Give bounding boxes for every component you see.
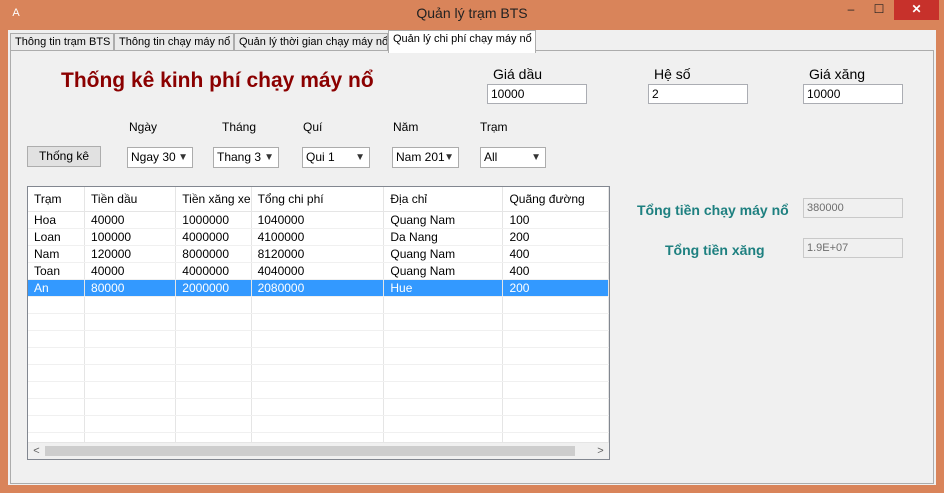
oil-price-input[interactable]: [487, 84, 587, 104]
table-cell[interactable]: 4100000: [251, 228, 385, 246]
table-cell[interactable]: 200: [502, 279, 609, 297]
column-header-dia-chi[interactable]: Địa chỉ: [383, 187, 504, 212]
table-cell[interactable]: 4000000: [175, 228, 252, 246]
table-cell[interactable]: 2000000: [175, 279, 252, 297]
empty-row: [28, 381, 609, 399]
tab-quan-ly-chi-phi[interactable]: Quản lý chi phí chạy máy nổ: [388, 30, 536, 53]
table-cell[interactable]: Da Nang: [383, 228, 504, 246]
title-bar: A Quản lý trạm BTS – ☐ ✕: [0, 0, 944, 30]
month-select[interactable]: Thang 3 ▼: [213, 147, 279, 168]
grid-header-row: Trạm Tiền dầu Tiền xăng xe Tổng chi phí …: [28, 187, 609, 212]
table-cell[interactable]: Hue: [383, 279, 504, 297]
total-generator-cost-label: Tổng tiền chạy máy nổ: [637, 202, 789, 218]
table-cell[interactable]: Quang Nam: [383, 211, 504, 229]
chevron-down-icon: ▼: [444, 152, 454, 163]
table-cell[interactable]: 200: [502, 228, 609, 246]
tab-page-chi-phi: Thống kê kinh phí chạy máy nổ Giá dầu Hệ…: [10, 50, 934, 484]
column-header-tram[interactable]: Trạm: [28, 187, 86, 212]
year-select[interactable]: Nam 201 ▼: [392, 147, 459, 168]
empty-row: [28, 347, 609, 365]
column-header-tien-xang-xe[interactable]: Tiền xăng xe: [175, 187, 252, 212]
month-label: Tháng: [222, 120, 257, 134]
maximize-button[interactable]: ☐: [866, 0, 892, 20]
column-header-tien-dau[interactable]: Tiền dầu: [84, 187, 177, 212]
oil-price-label: Giá dầu: [493, 66, 543, 82]
table-cell[interactable]: Loan: [28, 228, 86, 246]
table-row[interactable]: Nam 120000 8000000 8120000 Quang Nam 400: [28, 245, 609, 263]
column-header-quang-duong[interactable]: Quãng đường: [502, 187, 609, 212]
table-cell[interactable]: An: [28, 279, 86, 297]
chevron-down-icon: ▼: [355, 152, 365, 163]
table-cell[interactable]: Quang Nam: [383, 245, 504, 263]
empty-row: [28, 398, 609, 416]
year-label: Năm: [393, 120, 419, 134]
table-cell[interactable]: Nam: [28, 245, 86, 263]
empty-row: [28, 296, 609, 314]
column-header-tong-chi-phi[interactable]: Tổng chi phí: [251, 187, 385, 212]
chevron-down-icon: ▼: [178, 152, 188, 163]
empty-row: [28, 415, 609, 433]
table-cell[interactable]: 4000000: [175, 262, 252, 280]
table-cell[interactable]: 8120000: [251, 245, 385, 263]
quarter-label: Quí: [303, 120, 323, 134]
table-cell[interactable]: 100000: [84, 228, 177, 246]
scrollbar-thumb[interactable]: [45, 446, 575, 456]
table-cell[interactable]: 120000: [84, 245, 177, 263]
cost-data-grid[interactable]: Trạm Tiền dầu Tiền xăng xe Tổng chi phí …: [27, 186, 610, 460]
close-button[interactable]: ✕: [894, 0, 939, 20]
total-gas-cost-field[interactable]: [803, 238, 903, 258]
table-cell[interactable]: 1000000: [175, 211, 252, 229]
empty-row: [28, 313, 609, 331]
gas-price-input[interactable]: [803, 84, 903, 104]
month-select-value: Thang 3: [217, 150, 262, 164]
table-cell[interactable]: 1040000: [251, 211, 385, 229]
chevron-down-icon: ▼: [531, 152, 541, 163]
quarter-select-value: Qui 1: [306, 150, 335, 164]
station-select-value: All: [484, 150, 498, 164]
table-cell[interactable]: Toan: [28, 262, 86, 280]
horizontal-scrollbar[interactable]: < >: [28, 442, 609, 459]
quarter-select[interactable]: Qui 1 ▼: [302, 147, 370, 168]
table-cell[interactable]: 80000: [84, 279, 177, 297]
total-gas-cost-label: Tổng tiền xăng: [665, 242, 765, 258]
day-select[interactable]: Ngay 30 ▼: [127, 147, 193, 168]
chevron-down-icon: ▼: [264, 152, 274, 163]
table-cell[interactable]: 400: [502, 262, 609, 280]
table-cell[interactable]: 4040000: [251, 262, 385, 280]
gas-price-label: Giá xăng: [809, 66, 866, 82]
table-cell[interactable]: 8000000: [175, 245, 252, 263]
minimize-button[interactable]: –: [838, 0, 864, 20]
table-row[interactable]: Loan 100000 4000000 4100000 Da Nang 200: [28, 228, 609, 246]
table-cell[interactable]: 400: [502, 245, 609, 263]
day-label: Ngày: [129, 120, 158, 134]
table-cell[interactable]: Hoa: [28, 211, 86, 229]
statistics-button[interactable]: Thống kê: [27, 146, 101, 167]
window-title: Quản lý trạm BTS: [416, 5, 528, 21]
total-generator-cost-field[interactable]: [803, 198, 903, 218]
page-heading: Thống kê kinh phí chạy máy nổ: [61, 69, 374, 92]
table-row[interactable]: Toan 40000 4000000 4040000 Quang Nam 400: [28, 262, 609, 280]
window-client-area: Thông tin trạm BTS Thông tin chạy máy nổ…: [8, 30, 936, 485]
table-cell[interactable]: 2080000: [251, 279, 385, 297]
scroll-right-icon[interactable]: >: [592, 443, 609, 459]
table-cell[interactable]: 40000: [84, 262, 177, 280]
station-select[interactable]: All ▼: [480, 147, 546, 168]
table-row-selected[interactable]: An 80000 2000000 2080000 Hue 200: [28, 279, 609, 297]
table-cell[interactable]: 100: [502, 211, 609, 229]
empty-row: [28, 364, 609, 382]
coefficient-input[interactable]: [648, 84, 748, 104]
empty-row: [28, 330, 609, 348]
year-select-value: Nam 201: [396, 150, 445, 164]
scroll-left-icon[interactable]: <: [28, 443, 45, 459]
table-cell[interactable]: Quang Nam: [383, 262, 504, 280]
station-label: Trạm: [480, 120, 508, 134]
coefficient-label: Hệ số: [654, 66, 691, 82]
table-row[interactable]: Hoa 40000 1000000 1040000 Quang Nam 100: [28, 211, 609, 229]
table-cell[interactable]: 40000: [84, 211, 177, 229]
day-select-value: Ngay 30: [131, 150, 176, 164]
